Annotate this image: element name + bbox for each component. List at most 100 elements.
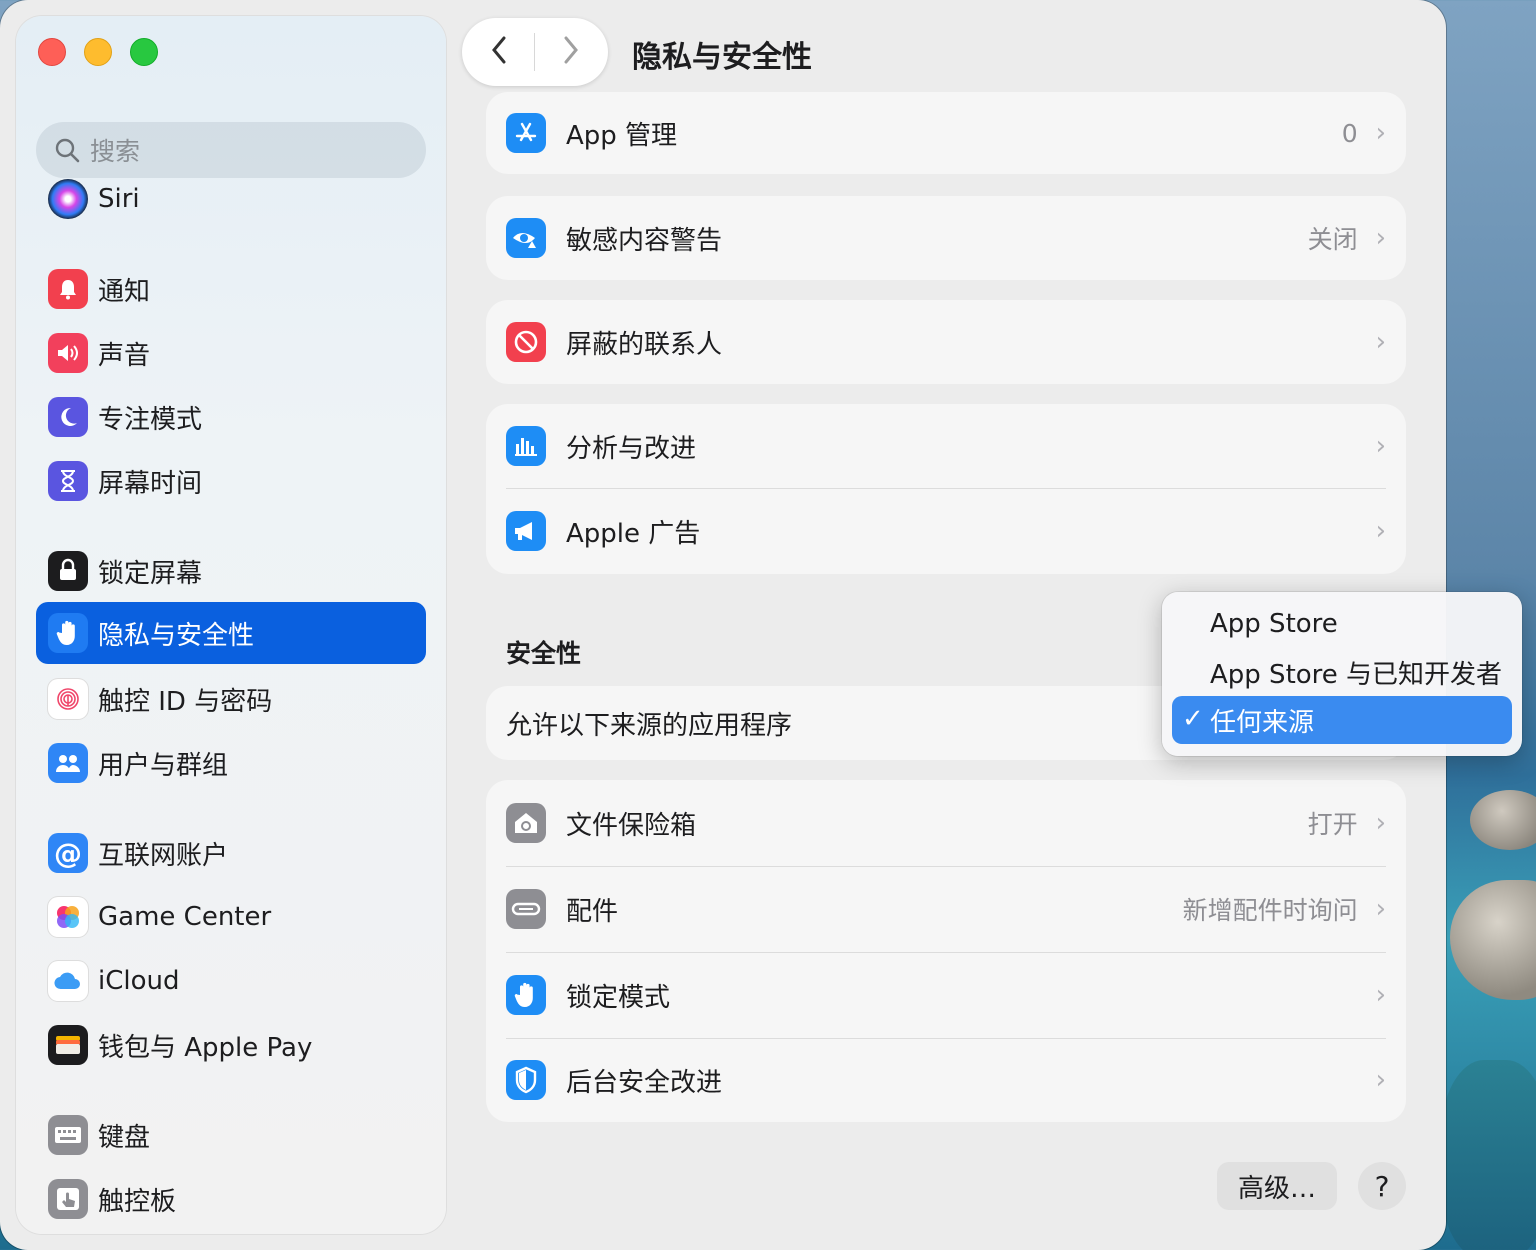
chevron-right-icon: › <box>1375 327 1386 357</box>
sidebar-item-notifications[interactable]: 通知 <box>36 258 426 320</box>
sidebar-item-screen-time[interactable]: 屏幕时间 <box>36 450 426 512</box>
row-label: 屏蔽的联系人 <box>566 329 723 360</box>
row-value: 打开 <box>1307 810 1358 839</box>
back-icon[interactable] <box>489 34 509 70</box>
row-label: App 管理 <box>566 120 678 151</box>
sidebar-item-label: 用户与群组 <box>98 750 229 781</box>
sidebar-item-label: 通知 <box>98 276 151 307</box>
row-label: 锁定模式 <box>566 982 671 1013</box>
sidebar-item-label: 隐私与安全性 <box>98 620 255 651</box>
option-label: 任何来源 <box>1210 707 1315 738</box>
sidebar-item-internet-accounts[interactable]: @ 互联网账户 <box>36 822 426 884</box>
chevron-right-icon: › <box>1375 894 1386 924</box>
row-accessories[interactable]: 配件 新增配件时询问 › <box>486 866 1406 952</box>
row-background-security[interactable]: 后台安全改进 › <box>486 1038 1406 1122</box>
row-lockdown-mode[interactable]: 锁定模式 › <box>486 952 1406 1038</box>
help-button[interactable]: ? <box>1358 1162 1406 1210</box>
popup-option-app-store[interactable]: App Store <box>1172 600 1512 648</box>
chevron-right-icon: › <box>1375 1065 1386 1095</box>
row-analytics[interactable]: 分析与改进 › <box>486 404 1406 488</box>
zoom-button[interactable] <box>130 38 158 66</box>
row-label: 敏感内容警告 <box>566 225 723 256</box>
option-label: App Store 与已知开发者 <box>1210 659 1503 690</box>
row-apple-ads[interactable]: Apple 广告 › <box>486 488 1406 574</box>
chevron-right-icon: › <box>1375 118 1386 148</box>
allow-apps-popup-menu: App Store App Store 与已知开发者 ✓ 任何来源 <box>1162 592 1522 756</box>
sidebar-item-game-center[interactable]: Game Center <box>36 886 426 948</box>
hand-icon <box>48 613 88 653</box>
chevron-right-icon: › <box>1375 516 1386 546</box>
row-blocked-contacts[interactable]: 屏蔽的联系人 › <box>486 300 1406 384</box>
group-security-settings: 文件保险箱 打开 › 配件 新增配件时询问 › 锁定模式 › 后台安全改进 › <box>486 780 1406 1122</box>
sidebar-item-privacy-security[interactable]: 隐私与安全性 <box>36 602 426 664</box>
sidebar-item-label: 键盘 <box>98 1122 151 1153</box>
megaphone-icon <box>506 511 546 551</box>
bar-chart-icon <box>506 426 546 466</box>
forward-icon[interactable] <box>561 34 581 70</box>
sidebar-item-label: 声音 <box>98 340 151 371</box>
fingerprint-icon <box>48 679 88 719</box>
search-placeholder: 搜索 <box>90 137 141 166</box>
sidebar-item-icloud[interactable]: iCloud <box>36 950 426 1012</box>
sidebar-item-label: iCloud <box>98 966 180 996</box>
sidebar-item-label: 锁定屏幕 <box>98 558 203 589</box>
sidebar-item-label: Siri <box>98 184 140 214</box>
row-value: 关闭 <box>1307 225 1358 254</box>
row-label: 文件保险箱 <box>566 810 697 841</box>
game-center-icon <box>48 897 88 937</box>
sidebar-item-focus[interactable]: 专注模式 <box>36 386 426 448</box>
group-app-management: App 管理 0 › <box>486 92 1406 174</box>
desktop-water <box>1440 1060 1536 1250</box>
sidebar-item-label: Game Center <box>98 902 272 932</box>
row-label: 后台安全改进 <box>566 1067 723 1098</box>
sidebar-item-label: 触控板 <box>98 1186 177 1217</box>
chevron-right-icon: › <box>1375 431 1386 461</box>
sidebar: 搜索 Siri 通知 声音 专注模式 屏幕时间 锁定屏幕 隐私与安全性 触控 I… <box>16 16 446 1234</box>
advanced-button[interactable]: 高级… <box>1217 1162 1337 1210</box>
sidebar-item-wallet[interactable]: 钱包与 Apple Pay <box>36 1014 426 1076</box>
popup-option-anywhere[interactable]: ✓ 任何来源 <box>1172 696 1512 744</box>
sidebar-item-label: 专注模式 <box>98 404 203 435</box>
close-button[interactable] <box>38 38 66 66</box>
group-sensitive-content: 敏感内容警告 关闭 › <box>486 196 1406 280</box>
popup-option-app-store-known-developers[interactable]: App Store 与已知开发者 <box>1172 648 1512 696</box>
sidebar-item-label: 触控 ID 与密码 <box>98 686 273 717</box>
row-value: 新增配件时询问 <box>1182 896 1358 925</box>
row-sensitive-content[interactable]: 敏感内容警告 关闭 › <box>486 196 1406 280</box>
lock-icon <box>48 551 88 591</box>
users-icon <box>48 743 88 783</box>
row-app-management[interactable]: App 管理 0 › <box>486 92 1406 174</box>
minimize-button[interactable] <box>84 38 112 66</box>
chevron-right-icon: › <box>1375 808 1386 838</box>
accessory-cable-icon <box>506 889 546 929</box>
chevron-right-icon: › <box>1375 223 1386 253</box>
row-filevault[interactable]: 文件保险箱 打开 › <box>486 780 1406 866</box>
sidebar-item-sound[interactable]: 声音 <box>36 322 426 384</box>
navigation-buttons <box>462 18 608 86</box>
bell-icon <box>48 269 88 309</box>
search-icon <box>55 138 80 163</box>
sidebar-item-siri[interactable]: Siri <box>36 168 426 230</box>
group-blocked-contacts: 屏蔽的联系人 › <box>486 300 1406 384</box>
sidebar-item-touch-id[interactable]: 触控 ID 与密码 <box>36 668 426 730</box>
sidebar-item-label: 钱包与 Apple Pay <box>98 1032 313 1063</box>
desktop-rock <box>1470 790 1536 850</box>
row-label: Apple 广告 <box>566 518 701 549</box>
sidebar-item-lock-screen[interactable]: 锁定屏幕 <box>36 540 426 602</box>
eye-warning-icon <box>506 218 546 258</box>
sidebar-item-label: 互联网账户 <box>98 840 229 871</box>
speaker-icon <box>48 333 88 373</box>
sidebar-item-keyboard[interactable]: 键盘 <box>36 1104 426 1166</box>
siri-icon <box>48 179 88 219</box>
sidebar-item-users-groups[interactable]: 用户与群组 <box>36 732 426 794</box>
section-title-security: 安全性 <box>506 639 582 668</box>
group-analytics-ads: 分析与改进 › Apple 广告 › <box>486 404 1406 574</box>
chevron-right-icon: › <box>1375 980 1386 1010</box>
house-safe-icon <box>506 803 546 843</box>
page-title: 隐私与安全性 <box>632 40 812 75</box>
sidebar-item-trackpad[interactable]: 触控板 <box>36 1168 426 1230</box>
app-store-icon <box>506 113 546 153</box>
block-icon <box>506 322 546 362</box>
checkmark-icon: ✓ <box>1182 704 1204 734</box>
nav-separator <box>534 33 536 71</box>
